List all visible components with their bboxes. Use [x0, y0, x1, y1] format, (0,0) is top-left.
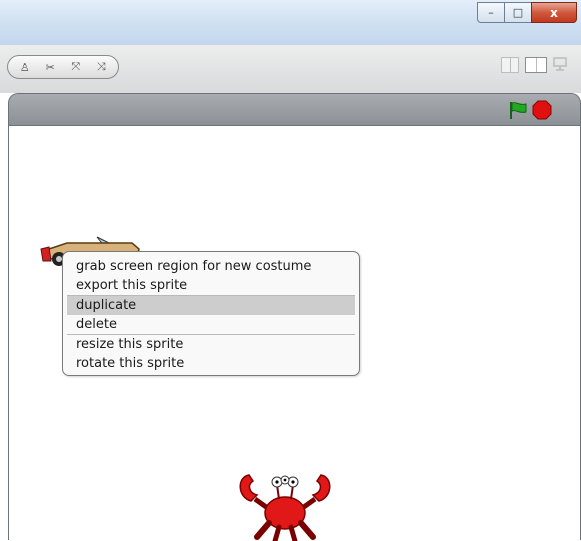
green-flag-icon[interactable] [508, 100, 528, 120]
menu-item-delete[interactable]: delete [67, 315, 355, 334]
menu-item-duplicate[interactable]: duplicate [67, 296, 355, 315]
window-controls: – □ x [477, 2, 577, 24]
small-stage-icon[interactable] [501, 57, 519, 73]
grow-icon[interactable]: ⤧ [66, 60, 86, 74]
menu-item-grab-screen-region[interactable]: grab screen region for new costume [67, 257, 355, 276]
stamp-icon[interactable]: ♙ [15, 61, 35, 74]
scissors-icon[interactable]: ✂ [40, 61, 60, 74]
sprite-toolbar: ♙ ✂ ⤧ ⤨ [0, 45, 581, 93]
crab-icon[interactable] [235, 469, 335, 541]
close-icon: x [550, 5, 558, 20]
presentation-mode-icon[interactable] [553, 57, 571, 73]
maximize-icon: □ [512, 6, 524, 19]
maximize-button[interactable]: □ [504, 2, 532, 23]
minimize-icon: – [488, 6, 494, 19]
menu-item-resize-sprite[interactable]: resize this sprite [67, 335, 355, 354]
sprite-tool-group: ♙ ✂ ⤧ ⤨ [7, 55, 119, 79]
menu-item-export-sprite[interactable]: export this sprite [67, 276, 355, 295]
minimize-button[interactable]: – [477, 2, 505, 23]
close-button[interactable]: x [531, 2, 577, 23]
stage-header [8, 93, 581, 125]
menu-item-rotate-sprite[interactable]: rotate this sprite [67, 354, 355, 373]
normal-stage-icon[interactable] [525, 57, 547, 73]
stop-sign-icon[interactable] [532, 100, 552, 120]
shrink-icon[interactable]: ⤨ [91, 60, 111, 74]
sprite-context-menu: grab screen region for new costume expor… [62, 251, 360, 376]
stage-view-buttons [501, 57, 571, 73]
window-titlebar: – □ x [0, 0, 581, 46]
